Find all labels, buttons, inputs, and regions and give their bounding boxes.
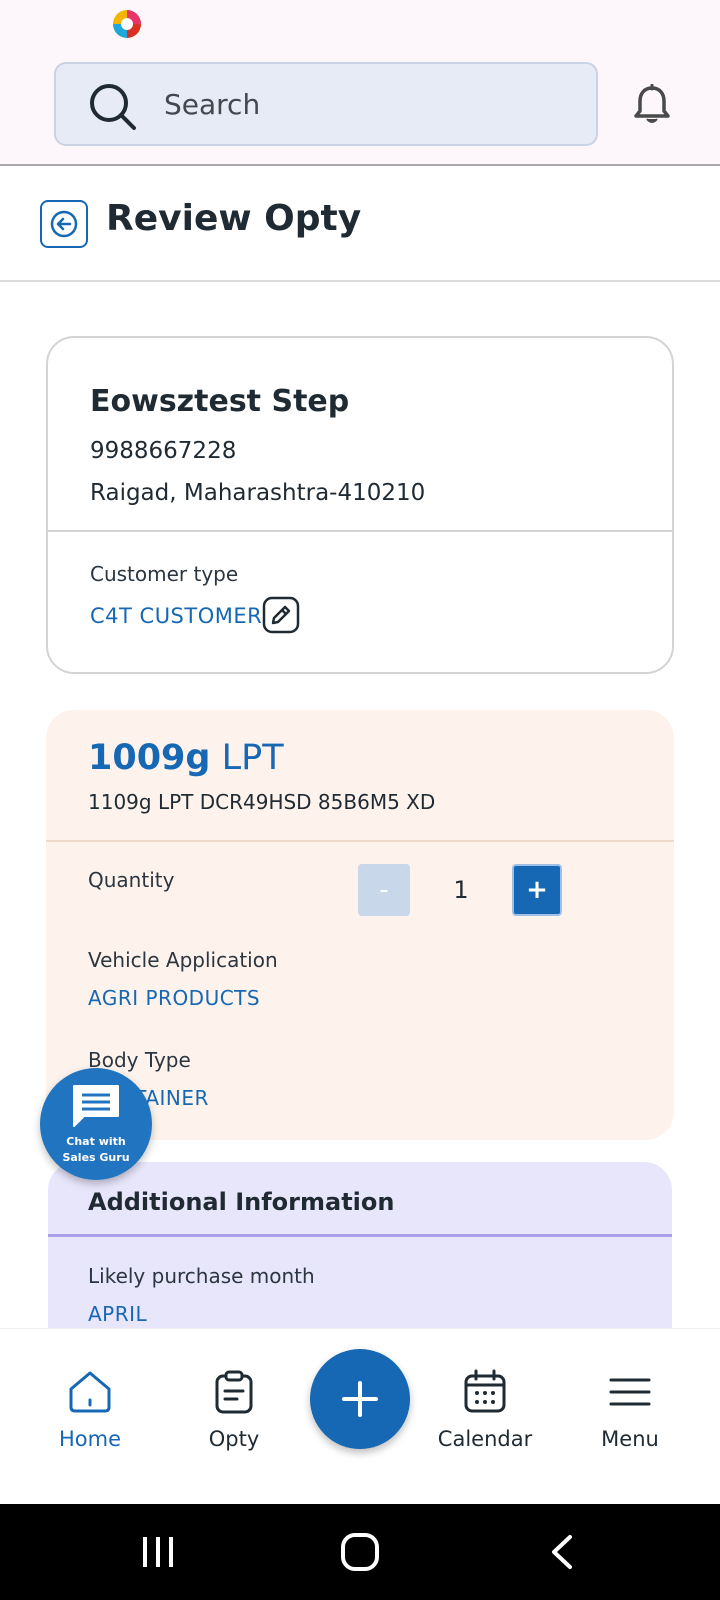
divider [48, 530, 672, 532]
quantity-decrease-button[interactable]: - [358, 864, 410, 916]
edit-icon[interactable] [262, 596, 300, 634]
hamburger-menu-icon [609, 1378, 651, 1406]
chat-label-line1: Chat with [66, 1135, 126, 1148]
search-input[interactable] [164, 84, 564, 124]
quantity-value: 1 [453, 876, 469, 904]
nav-calendar-label: Calendar [437, 1427, 533, 1451]
customer-phone: 9988667228 [90, 438, 237, 464]
app-logo-icon [113, 10, 141, 38]
additional-info-title: Additional Information [88, 1188, 395, 1216]
purchase-month-label: Likely purchase month [88, 1264, 315, 1288]
home-circle-icon[interactable] [340, 1532, 380, 1572]
status-bar [0, 0, 720, 50]
page-title: Review Opty [106, 198, 362, 239]
chat-label-line2: Sales Guru [62, 1151, 130, 1164]
clipboard-icon [215, 1370, 253, 1414]
vehicle-card: 1009g LPT 1109g LPT DCR49HSD 85B6M5 XD Q… [46, 710, 674, 1140]
vehicle-model-bold: 1009g [88, 738, 211, 778]
customer-name: Eowsztest Step [90, 384, 350, 419]
calendar-icon [464, 1369, 506, 1413]
system-nav-bar [0, 1504, 720, 1600]
nav-opty-label: Opty [208, 1427, 260, 1451]
vehicle-variant: 1109g LPT DCR49HSD 85B6M5 XD [88, 790, 436, 814]
bottom-nav: Home Opty Calendar Menu [0, 1328, 720, 1504]
page-header: Review Opty [0, 166, 720, 282]
quantity-label: Quantity [88, 868, 175, 892]
search-icon [90, 84, 136, 130]
additional-info-card: Additional Information Likely purchase m… [48, 1162, 672, 1342]
purchase-month-value: APRIL [88, 1302, 148, 1326]
search-box[interactable] [54, 62, 598, 146]
vehicle-model-suffix: LPT [221, 738, 284, 778]
back-button[interactable] [40, 200, 88, 248]
vehicle-application-label: Vehicle Application [88, 948, 278, 972]
vehicle-application-value: AGRI PRODUCTS [88, 986, 261, 1010]
customer-type-label: Customer type [90, 562, 239, 586]
vehicle-model-title: 1009g LPT [88, 738, 284, 778]
nav-opty[interactable]: Opty [164, 1369, 304, 1451]
arrow-left-icon [50, 210, 78, 238]
quantity-increase-button[interactable]: + [512, 864, 562, 916]
customer-card: Eowsztest Step 9988667228 Raigad, Mahara… [46, 336, 674, 674]
customer-type-value: C4T CUSTOMER [90, 604, 263, 628]
nav-home[interactable]: Home [20, 1369, 160, 1451]
recent-apps-icon[interactable] [140, 1534, 176, 1570]
divider [48, 1234, 672, 1237]
plus-icon [342, 1381, 378, 1417]
nav-menu[interactable]: Menu [560, 1369, 700, 1451]
nav-calendar[interactable]: Calendar [415, 1369, 555, 1451]
back-chevron-icon[interactable] [548, 1534, 576, 1570]
divider [46, 840, 674, 842]
customer-address: Raigad, Maharashtra-410210 [90, 480, 426, 506]
add-button[interactable] [310, 1349, 410, 1449]
nav-menu-label: Menu [601, 1427, 659, 1451]
home-icon [69, 1371, 111, 1413]
chat-label: Chat with Sales Guru [40, 1134, 152, 1166]
notification-bell-icon[interactable] [632, 84, 672, 126]
nav-home-label: Home [58, 1427, 121, 1451]
chat-sales-guru-button[interactable]: Chat with Sales Guru [40, 1068, 152, 1180]
top-bar [0, 50, 720, 166]
chat-icon [73, 1085, 119, 1127]
